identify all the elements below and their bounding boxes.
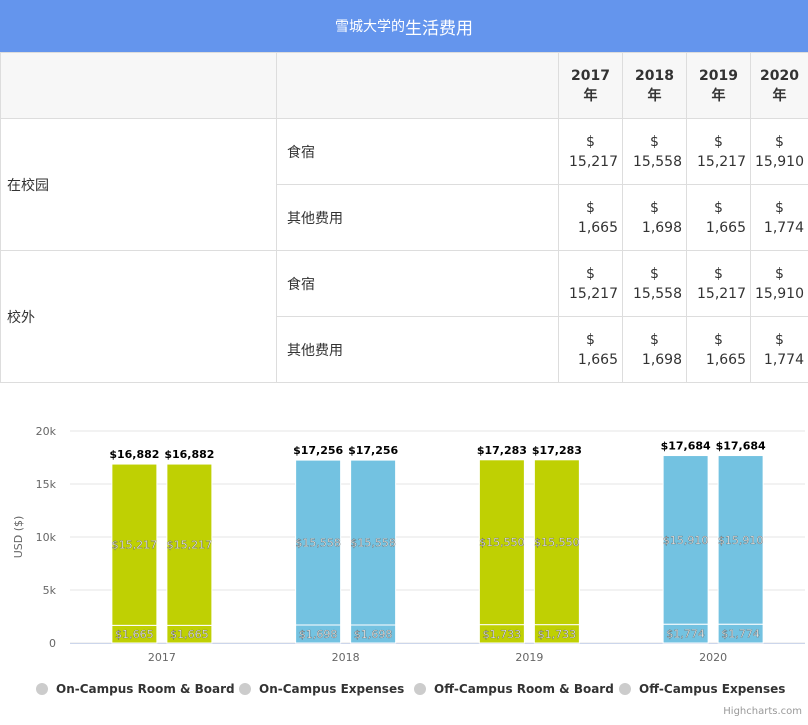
data-label: $15,910 bbox=[718, 534, 764, 547]
data-label: $15,910 bbox=[663, 534, 709, 547]
legend-label: On-Campus Room & Board bbox=[56, 682, 235, 696]
value-cell: $1,698 bbox=[622, 316, 687, 383]
y-tick-label: 5k bbox=[43, 584, 57, 597]
legend-label: Off-Campus Expenses bbox=[639, 682, 786, 696]
title-main: 生活费用 bbox=[405, 18, 473, 39]
year-header: 2018 年 bbox=[622, 52, 687, 119]
value-cell: $15,217 bbox=[686, 118, 751, 185]
cost-table: 2017 年 2018 年 2019 年 2020 年 在校园 食宿 $15,217 $… bbox=[0, 52, 808, 383]
data-label: $1,665 bbox=[115, 628, 154, 641]
data-label: $15,550 bbox=[479, 536, 525, 549]
x-tick-label: 2020 bbox=[699, 651, 727, 664]
data-label: $15,217 bbox=[112, 539, 158, 552]
legend-item[interactable]: Off-Campus Expenses bbox=[619, 682, 785, 696]
legend-item[interactable]: On-Campus Room & Board bbox=[36, 682, 235, 696]
value-cell: $15,558 bbox=[622, 118, 687, 185]
year-header: 2017 年 bbox=[558, 52, 623, 119]
data-label: $1,733 bbox=[483, 628, 522, 641]
table-row: 在校园 食宿 $15,217 $15,558 $15,217 $15,910 bbox=[0, 118, 808, 251]
x-tick-label: 2017 bbox=[148, 651, 176, 664]
credits-link[interactable]: Highcharts.com bbox=[723, 706, 802, 717]
legend-marker-icon bbox=[36, 683, 48, 695]
data-label: $1,733 bbox=[538, 628, 577, 641]
stack-total-label: $16,882 bbox=[109, 448, 159, 461]
stack-total-label: $16,882 bbox=[164, 448, 214, 461]
title-prefix: 雪城大学的 bbox=[335, 19, 405, 35]
data-label: $15,558 bbox=[295, 537, 341, 550]
stack-total-label: $17,684 bbox=[716, 440, 766, 453]
group-label: 在校园 bbox=[0, 118, 277, 251]
y-tick-label: 15k bbox=[36, 478, 57, 491]
value-cell: $15,217 bbox=[558, 118, 623, 185]
table-header-row: 2017 年 2018 年 2019 年 2020 年 bbox=[0, 52, 808, 119]
stack-total-label: $17,256 bbox=[293, 444, 343, 457]
stack-total-label: $17,256 bbox=[348, 444, 398, 457]
data-label: $15,558 bbox=[350, 537, 396, 550]
year-header: 2020 年 bbox=[750, 52, 808, 119]
x-tick-label: 2019 bbox=[515, 651, 543, 664]
legend-item[interactable]: Off-Campus Room & Board bbox=[414, 682, 614, 696]
row-label: 其他费用 bbox=[276, 184, 559, 251]
y-tick-label: 20k bbox=[36, 425, 57, 438]
data-label: $1,698 bbox=[354, 628, 393, 641]
table-row: 校外 食宿 $15,217 $15,558 $15,217 $15,910 bbox=[0, 250, 808, 383]
row-label: 其他费用 bbox=[276, 316, 559, 383]
page-title: 雪城大学的 生活费用 bbox=[0, 0, 808, 52]
legend-marker-icon bbox=[414, 683, 426, 695]
data-label: $1,774 bbox=[666, 628, 705, 641]
group-label: 校外 bbox=[0, 250, 277, 383]
header-empty-cell bbox=[276, 52, 559, 119]
data-label: $1,774 bbox=[721, 628, 760, 641]
y-tick-label: 10k bbox=[36, 531, 57, 544]
year-header: 2019 年 bbox=[686, 52, 751, 119]
data-label: $1,665 bbox=[170, 628, 209, 641]
data-label: $1,698 bbox=[299, 628, 338, 641]
value-cell: $1,665 bbox=[558, 184, 623, 251]
stack-total-label: $17,283 bbox=[532, 444, 582, 457]
legend-item[interactable]: On-Campus Expenses bbox=[239, 682, 404, 696]
value-cell: $1,774 bbox=[750, 316, 808, 383]
value-cell: $1,774 bbox=[750, 184, 808, 251]
data-label: $15,550 bbox=[534, 536, 580, 549]
value-cell: $15,558 bbox=[622, 250, 687, 317]
legend-marker-icon bbox=[619, 683, 631, 695]
legend-marker-icon bbox=[239, 683, 251, 695]
chart-svg: 0 5k 10k 15k 20k USD ($) 2017 $15,217 $1,665 $16,… bbox=[12, 425, 805, 664]
legend-label: Off-Campus Room & Board bbox=[434, 682, 614, 696]
stack-total-label: $17,684 bbox=[661, 440, 711, 453]
legend-label: On-Campus Expenses bbox=[259, 682, 405, 696]
value-cell: $15,217 bbox=[686, 250, 751, 317]
value-cell: $15,910 bbox=[750, 118, 808, 185]
header-empty-cell bbox=[0, 52, 277, 119]
x-tick-label: 2018 bbox=[332, 651, 360, 664]
data-label: $15,217 bbox=[167, 539, 213, 552]
chart-legend: On-Campus Room & Board On-Campus Expense… bbox=[0, 682, 808, 702]
value-cell: $1,665 bbox=[558, 316, 623, 383]
y-tick-label: 0 bbox=[49, 637, 56, 650]
cost-chart: 0 5k 10k 15k 20k USD ($) 2017 $15,217 $1,665 $16,… bbox=[0, 418, 808, 725]
value-cell: $15,910 bbox=[750, 250, 808, 317]
row-label: 食宿 bbox=[276, 250, 559, 317]
value-cell: $15,217 bbox=[558, 250, 623, 317]
row-label: 食宿 bbox=[276, 118, 559, 185]
value-cell: $1,698 bbox=[622, 184, 687, 251]
value-cell: $1,665 bbox=[686, 316, 751, 383]
value-cell: $1,665 bbox=[686, 184, 751, 251]
y-axis-title: USD ($) bbox=[12, 516, 25, 559]
stack-total-label: $17,283 bbox=[477, 444, 527, 457]
